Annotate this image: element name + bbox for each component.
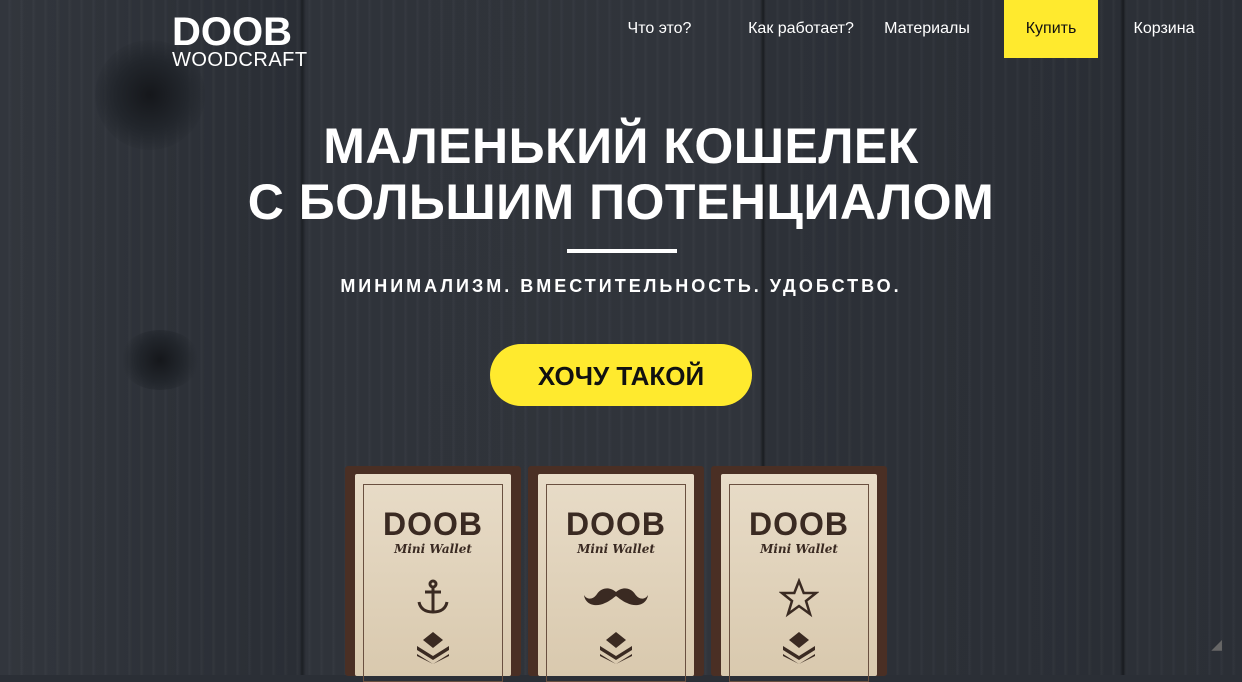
- mustache-icon: [583, 586, 649, 613]
- wallet-brand: DOOB: [383, 506, 483, 542]
- hero-tagline: МИНИМАЛИЗМ. ВМЕСТИТЕЛЬНОСТЬ. УДОБСТВО.: [340, 276, 902, 296]
- wallet-subtitle: Mini Wallet: [394, 542, 472, 556]
- nav-item-buy[interactable]: Купить: [1004, 0, 1098, 58]
- wallet-brand: DOOB: [749, 506, 849, 542]
- anchor-icon: [413, 578, 453, 623]
- nav-item-what-is-it[interactable]: Что это?: [605, 0, 714, 58]
- wallet-subtitle: Mini Wallet: [760, 542, 838, 556]
- logo-subtitle: WOODCRAFT: [172, 49, 308, 71]
- logo[interactable]: DOOB WOODCRAFT: [172, 12, 308, 70]
- wallet-product: DOOB Mini Wallet: [345, 466, 521, 682]
- star-icon: [778, 577, 820, 623]
- wallet-product: DOOB Mini Wallet: [711, 466, 887, 682]
- hero-divider: [567, 249, 677, 253]
- brand-mark-icon: [596, 632, 636, 669]
- nav-item-materials[interactable]: Материалы: [872, 0, 982, 58]
- wallet-subtitle: Mini Wallet: [577, 542, 655, 556]
- brand-mark-icon: [779, 632, 819, 669]
- wood-knot: [120, 330, 200, 390]
- nav-item-cart[interactable]: Корзина: [1118, 0, 1210, 58]
- want-it-button[interactable]: ХОЧУ ТАКОЙ: [490, 344, 752, 406]
- wallet-brand: DOOB: [566, 506, 666, 542]
- scroll-indicator-icon: ◢: [1211, 636, 1222, 652]
- nav-item-how-it-works[interactable]: Как работает?: [730, 0, 872, 58]
- hero-title: МАЛЕНЬКИЙ КОШЕЛЕК С БОЛЬШИМ ПОТЕНЦИАЛОМ: [0, 118, 1242, 230]
- logo-title: DOOB: [172, 10, 292, 54]
- hero-title-line2: С БОЛЬШИМ ПОТЕНЦИАЛОМ: [247, 174, 995, 230]
- hero-title-line1: МАЛЕНЬКИЙ КОШЕЛЕК: [323, 118, 919, 174]
- wallet-product: DOOB Mini Wallet: [528, 466, 704, 682]
- main-nav: Что это? Как работает? Материалы Купить …: [605, 0, 1242, 58]
- brand-mark-icon: [413, 632, 453, 669]
